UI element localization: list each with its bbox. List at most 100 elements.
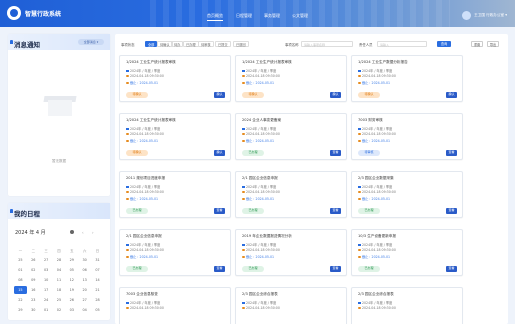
calendar-day[interactable]: 16 bbox=[27, 288, 40, 292]
card-action-button[interactable]: 查看 bbox=[330, 150, 341, 156]
nav-item-affairs[interactable]: 事务管理 bbox=[264, 13, 280, 19]
calendar-day[interactable]: 01 bbox=[14, 268, 27, 272]
calendar-day[interactable]: 10 bbox=[40, 278, 53, 282]
task-card[interactable]: 2/3 园区企业数据采集 2024年 / 年度 / 季度 2024-04-18 09… bbox=[351, 171, 463, 218]
calendar-day[interactable]: 14 bbox=[91, 278, 104, 282]
task-card[interactable]: 1/2024 工业生产数据分析报告 2024年 / 年度 / 季度 2024-04-… bbox=[351, 55, 463, 102]
status-chip[interactable]: 已提交 bbox=[215, 41, 231, 47]
calendar-day[interactable]: 12 bbox=[65, 278, 78, 282]
calendar-day[interactable]: 29 bbox=[65, 258, 78, 262]
calendar-day[interactable]: 22 bbox=[14, 298, 27, 302]
task-card[interactable]: 2/1 园区企业信息申报 2024年 / 年度 / 季度 2024-04-18 09… bbox=[119, 229, 231, 276]
app-logo bbox=[7, 6, 21, 20]
calendar-day[interactable]: 06 bbox=[78, 268, 91, 272]
calendar-day[interactable]: 18 bbox=[53, 288, 66, 292]
task-card[interactable]: 2019 年企业数据报送情况分析 2024年 / 年度 / 季度 2024-04-1… bbox=[235, 229, 347, 276]
calendar-day[interactable]: 19 bbox=[65, 288, 78, 292]
task-card[interactable]: 1/2024 工业生产统计报表审核 2024年 / 年度 / 季度 2024-04-… bbox=[119, 55, 231, 102]
card-action-button[interactable]: 查看 bbox=[446, 266, 457, 272]
calendar-day[interactable]: 26 bbox=[27, 258, 40, 262]
status-badge: 已办理 bbox=[242, 266, 264, 272]
status-chip[interactable]: 已退回 bbox=[233, 41, 249, 47]
calendar-day[interactable]: 15 bbox=[14, 286, 27, 294]
task-card[interactable]: 7003 企业信息核查 2024年 / 年度 / 季度 2024-04-18 09:… bbox=[119, 287, 231, 324]
name-search-input[interactable]: 请输入事项名称 bbox=[301, 41, 353, 47]
calendar-day[interactable]: 28 bbox=[53, 258, 66, 262]
calendar-day[interactable]: 13 bbox=[78, 278, 91, 282]
user-menu[interactable]: 王卫国 行政办公室 ▾ bbox=[462, 11, 507, 20]
reset-button[interactable]: 重置 bbox=[471, 41, 483, 47]
nav-item-schedule[interactable]: 日程管理 bbox=[236, 13, 252, 19]
calendar-day[interactable]: 21 bbox=[91, 288, 104, 292]
calendar-day[interactable]: 29 bbox=[14, 308, 27, 312]
calendar-day[interactable]: 27 bbox=[78, 298, 91, 302]
status-chip[interactable]: 待办 bbox=[171, 41, 184, 47]
calendar-day[interactable]: 24 bbox=[40, 298, 53, 302]
calendar-day[interactable]: 04 bbox=[53, 268, 66, 272]
task-period: 2024年 / 年度 / 季度 bbox=[242, 126, 276, 131]
task-card[interactable]: 1/2024 工业生产统计报表审核 2024年 / 年度 / 季度 2024-04-… bbox=[119, 113, 231, 160]
calendar-day[interactable]: 01 bbox=[40, 308, 53, 312]
task-card[interactable]: 2/1 园区企业信息申报 2024年 / 年度 / 季度 2024-04-18 09… bbox=[235, 171, 347, 218]
task-card[interactable]: 2024 企业人事变更备案 2024年 / 年度 / 季度 2024-04-18 0… bbox=[235, 113, 347, 160]
calendar-day[interactable]: 04 bbox=[78, 308, 91, 312]
clock-icon bbox=[126, 74, 129, 78]
calendar-day[interactable]: 09 bbox=[27, 278, 40, 282]
calendar-day[interactable]: 28 bbox=[91, 298, 104, 302]
card-action-button[interactable]: 确认 bbox=[214, 92, 225, 98]
card-action-button[interactable]: 确认 bbox=[330, 92, 341, 98]
card-action-button[interactable]: 查看 bbox=[446, 150, 457, 156]
calendar-prev-button[interactable]: ‹ bbox=[82, 230, 84, 235]
task-card[interactable]: 7003 财务审核 2024年 / 年度 / 季度 2024-04-18 09:30… bbox=[351, 113, 463, 160]
task-card[interactable]: 2/3 园区企业综合报表 2024年 / 年度 / 季度 2024-04-18 09… bbox=[235, 287, 347, 324]
card-action-button[interactable]: 确认 bbox=[214, 150, 225, 156]
search-button[interactable]: 查询 bbox=[437, 41, 451, 47]
calendar-month: 2024 年 4 月 bbox=[15, 230, 46, 236]
card-action-button[interactable]: 查看 bbox=[214, 208, 225, 214]
nav-item-home[interactable]: 首页概览 bbox=[207, 13, 223, 21]
calendar-day[interactable]: 07 bbox=[91, 268, 104, 272]
calendar-day[interactable]: 27 bbox=[40, 258, 53, 262]
calendar-day[interactable]: 05 bbox=[65, 268, 78, 272]
clock-icon bbox=[126, 190, 129, 194]
calendar-day[interactable]: 30 bbox=[27, 308, 40, 312]
calendar-day[interactable]: 31 bbox=[91, 258, 104, 262]
calendar-day[interactable]: 17 bbox=[40, 288, 53, 292]
calendar-day[interactable]: 11 bbox=[53, 278, 66, 282]
task-title: 1/2024 工业生产数据分析报告 bbox=[358, 60, 408, 64]
status-chip[interactable]: 待审核 bbox=[198, 41, 214, 47]
nav-item-documents[interactable]: 公文管理 bbox=[292, 13, 308, 19]
status-chip[interactable]: 全部 bbox=[145, 41, 158, 47]
status-chip[interactable]: 已办理 bbox=[183, 41, 199, 47]
calendar-day[interactable]: 03 bbox=[65, 308, 78, 312]
calendar-day[interactable]: 02 bbox=[27, 268, 40, 272]
task-title: 7003 企业信息核查 bbox=[126, 292, 158, 296]
task-card[interactable]: 2011 规划项目进度申报 2024年 / 年度 / 季度 2024-04-18 0… bbox=[119, 171, 231, 218]
task-card[interactable]: 2/3 园区企业综合报表 2024年 / 年度 / 季度 2024-04-18 09… bbox=[351, 287, 463, 324]
card-action-button[interactable]: 查看 bbox=[330, 266, 341, 272]
task-time: 2024-04-18 09:30:00 bbox=[126, 306, 164, 310]
card-action-button[interactable]: 确认 bbox=[446, 92, 457, 98]
calendar-next-button[interactable]: › bbox=[92, 230, 94, 235]
person-search-input[interactable]: 请输入 bbox=[377, 41, 427, 47]
calendar-day[interactable]: 08 bbox=[14, 278, 27, 282]
card-action-button[interactable]: 查看 bbox=[330, 208, 341, 214]
calendar-day[interactable]: 02 bbox=[53, 308, 66, 312]
calendar-day[interactable]: 20 bbox=[78, 288, 91, 292]
task-deadline: 截止：2024-05-01 bbox=[358, 254, 390, 259]
export-button[interactable]: 导出 bbox=[487, 41, 499, 47]
calendar-day[interactable]: 25 bbox=[14, 258, 27, 262]
task-card[interactable]: 10/3 生产设备更新申报 2024年 / 年度 / 季度 2024-04-18 0… bbox=[351, 229, 463, 276]
status-badge: 待审核 bbox=[358, 150, 380, 156]
calendar-day[interactable]: 23 bbox=[27, 298, 40, 302]
calendar-day[interactable]: 26 bbox=[65, 298, 78, 302]
calendar-day[interactable]: 30 bbox=[78, 258, 91, 262]
message-filter-dropdown[interactable]: 全部消息 ▾ bbox=[78, 39, 104, 45]
calendar-day[interactable]: 03 bbox=[40, 268, 53, 272]
card-action-button[interactable]: 查看 bbox=[214, 266, 225, 272]
task-card[interactable]: 1/2024 工业生产统计报表审核 2024年 / 年度 / 季度 2024-04-… bbox=[235, 55, 347, 102]
calendar-today-button[interactable] bbox=[70, 230, 74, 234]
card-action-button[interactable]: 查看 bbox=[446, 208, 457, 214]
calendar-day[interactable]: 05 bbox=[91, 308, 104, 312]
calendar-day[interactable]: 25 bbox=[53, 298, 66, 302]
